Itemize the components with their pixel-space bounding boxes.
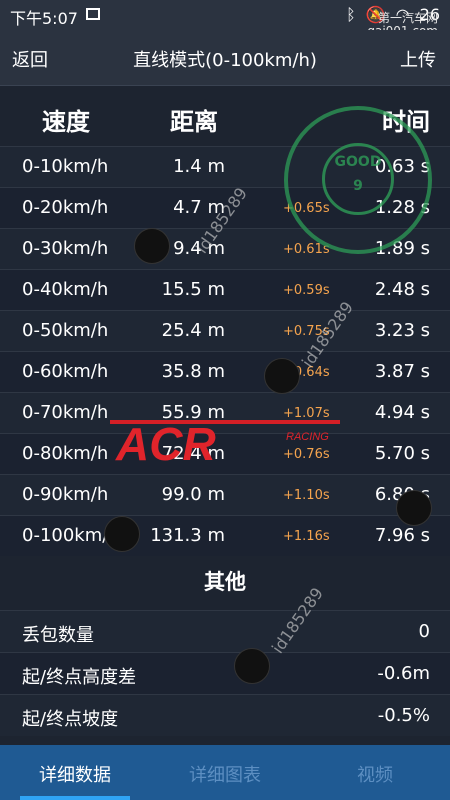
app-bar: 返回 直线模式(0-100km/h) 上传 bbox=[0, 30, 450, 86]
logo-badge-icon bbox=[134, 228, 170, 264]
row-speed: 0-90km/h bbox=[22, 484, 109, 505]
item-label: 起/终点高度差 bbox=[22, 667, 137, 688]
header-distance: 距离 bbox=[170, 108, 218, 136]
row-distance: 25.4 m bbox=[161, 320, 225, 341]
upload-button[interactable]: 上传 bbox=[400, 46, 436, 72]
acr-brand-text: ACR bbox=[115, 418, 216, 470]
row-speed: 0-20km/h bbox=[22, 197, 109, 218]
bottom-tab-bar: 详细数据 详细图表 视频 bbox=[0, 745, 450, 800]
table-row: 0-90km/h 99.0 m +1.10s 6.80 s bbox=[0, 474, 450, 515]
status-time: 下午5:07 bbox=[10, 9, 78, 28]
row-delta: +1.10s bbox=[283, 488, 330, 503]
row-speed: 0-50km/h bbox=[22, 320, 109, 341]
row-time: 4.94 s bbox=[374, 402, 430, 423]
row-distance: 15.5 m bbox=[161, 279, 225, 300]
row-delta: +0.59s bbox=[283, 283, 330, 298]
row-speed: 0-70km/h bbox=[22, 402, 109, 423]
row-speed: 0-60km/h bbox=[22, 361, 109, 382]
stamp-number: 9 bbox=[353, 178, 363, 194]
item-value: 0 bbox=[418, 621, 430, 642]
row-speed: 0-80km/h bbox=[22, 443, 109, 464]
list-item: 丢包数量 0 bbox=[0, 610, 450, 652]
row-time: 3.23 s bbox=[374, 320, 430, 341]
logo-badge-icon bbox=[234, 648, 270, 684]
logo-badge-icon bbox=[396, 490, 432, 526]
row-speed: 0-40km/h bbox=[22, 279, 109, 300]
stamp-inner-ring: GOOD 9 bbox=[322, 143, 394, 215]
tab-video[interactable]: 视频 bbox=[300, 745, 450, 800]
table-row: 0-40km/h 15.5 m +0.59s 2.48 s bbox=[0, 269, 450, 310]
row-time: 2.48 s bbox=[374, 279, 430, 300]
logo-badge-icon bbox=[264, 358, 300, 394]
table-row: 0-50km/h 25.4 m +0.75s 3.23 s bbox=[0, 310, 450, 351]
tab-detail-chart[interactable]: 详细图表 bbox=[150, 745, 300, 800]
row-delta: +1.16s bbox=[283, 529, 330, 544]
row-time: 5.70 s bbox=[374, 443, 430, 464]
row-distance: 35.8 m bbox=[161, 361, 225, 382]
item-value: -0.5% bbox=[377, 705, 430, 726]
bluetooth-icon: ᛒ bbox=[346, 5, 356, 24]
item-value: -0.6m bbox=[377, 663, 430, 684]
row-time: 3.87 s bbox=[374, 361, 430, 382]
item-label: 起/终点坡度 bbox=[22, 709, 119, 730]
other-list: 丢包数量 0 起/终点高度差 -0.6m 起/终点坡度 -0.5% bbox=[0, 610, 450, 736]
row-time: 7.96 s bbox=[374, 525, 430, 546]
page-title: 直线模式(0-100km/h) bbox=[133, 50, 317, 71]
list-item: 起/终点高度差 -0.6m bbox=[0, 652, 450, 694]
status-bar: 下午5:07 ᛒ 🔕 ◠ 26 第一汽车网 gai001.com bbox=[0, 0, 450, 38]
row-distance: 99.0 m bbox=[161, 484, 225, 505]
header-speed: 速度 bbox=[42, 108, 90, 136]
row-speed: 0-30km/h bbox=[22, 238, 109, 259]
other-section-title: 其他 bbox=[204, 570, 246, 594]
row-distance: 1.4 m bbox=[173, 156, 225, 177]
acr-logo-watermark: ACR RACING bbox=[110, 418, 340, 470]
item-label: 丢包数量 bbox=[22, 625, 94, 646]
acr-brand-subtext: RACING bbox=[286, 431, 329, 443]
row-speed: 0-10km/h bbox=[22, 156, 109, 177]
list-item: 起/终点坡度 -0.5% bbox=[0, 694, 450, 736]
table-row: 0-60km/h 35.8 m +0.64s 3.87 s bbox=[0, 351, 450, 392]
stamp-text: GOOD bbox=[334, 154, 382, 170]
row-distance: 131.3 m bbox=[150, 525, 225, 546]
gallery-icon bbox=[86, 8, 100, 20]
logo-badge-icon bbox=[104, 516, 140, 552]
table-row: 0-100km/h 131.3 m +1.16s 7.96 s bbox=[0, 515, 450, 556]
tab-detail-data[interactable]: 详细数据 bbox=[0, 745, 150, 800]
